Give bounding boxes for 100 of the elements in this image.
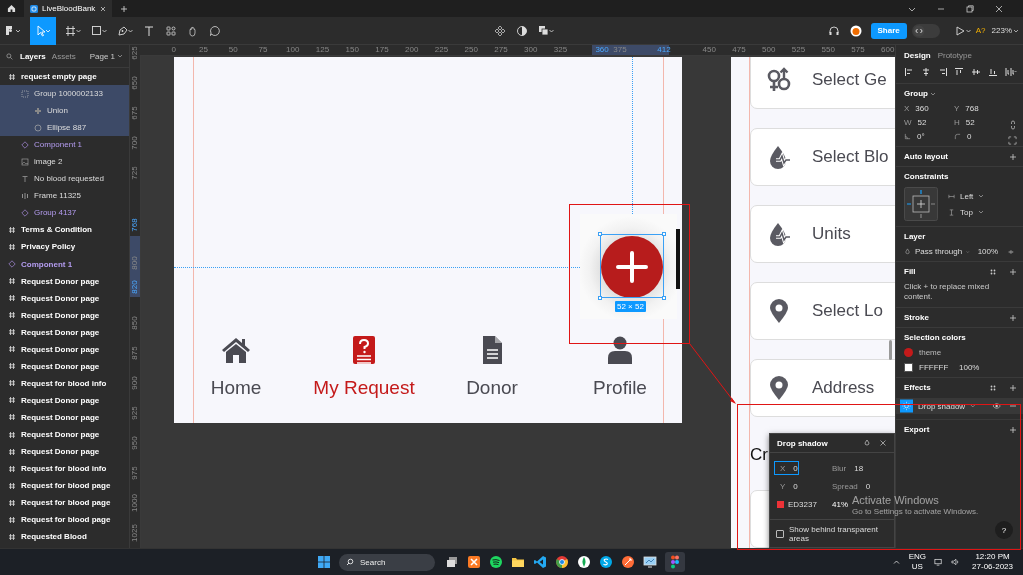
link-icon[interactable] — [1010, 120, 1016, 130]
resources-icon[interactable] — [165, 24, 177, 37]
avatar-icon[interactable] — [849, 24, 862, 37]
layer-item[interactable]: Component 1 — [0, 255, 129, 273]
layer-item[interactable]: Frame 11325 — [0, 187, 129, 205]
layer-item[interactable]: Request Donor page — [0, 443, 129, 461]
styles-icon[interactable] — [989, 267, 997, 276]
form-field[interactable]: Units — [750, 205, 895, 263]
align-right-icon[interactable] — [937, 67, 948, 77]
form-field[interactable]: Select Blo — [750, 128, 895, 186]
constraint-diagram[interactable] — [904, 187, 938, 221]
minus-icon[interactable] — [1009, 402, 1017, 410]
color-row[interactable]: FFFFFF 100% — [904, 363, 1017, 372]
number-field[interactable]: Y 0 — [774, 479, 799, 493]
color-swatch[interactable] — [777, 500, 784, 508]
form-field[interactable]: Select Lo — [750, 282, 895, 340]
main-menu-icon[interactable] — [5, 24, 21, 37]
color-row[interactable]: theme — [904, 348, 1017, 357]
droplet-icon[interactable] — [863, 439, 871, 447]
layer-item[interactable]: Component 1 — [0, 136, 129, 154]
blend-mode-dropdown[interactable]: Pass through — [915, 247, 963, 256]
task-view-icon[interactable] — [445, 555, 459, 569]
file-tab[interactable]: LiveBloodBank — [24, 0, 112, 17]
form-field[interactable]: Address — [750, 359, 895, 417]
expand-icon[interactable] — [1008, 136, 1017, 145]
number-field[interactable]: H 52 — [954, 118, 1004, 127]
chat-bubble-icon[interactable] — [599, 555, 613, 569]
panel-tab[interactable]: Layers — [20, 51, 46, 61]
monitor-icon[interactable] — [643, 555, 657, 569]
color-swatch[interactable] — [904, 363, 913, 372]
checkbox[interactable] — [776, 530, 784, 538]
color-field[interactable]: ED3237 — [774, 497, 818, 511]
scrollbar-thumb[interactable] — [889, 340, 892, 360]
component-icon[interactable] — [494, 24, 507, 37]
align-bottom-icon[interactable] — [988, 67, 999, 77]
opacity-field[interactable]: 100% — [977, 247, 999, 256]
layer-item[interactable]: No blood requested — [0, 170, 129, 188]
caret-up-icon[interactable] — [891, 558, 901, 566]
number-field[interactable]: Blur 18 — [826, 461, 865, 475]
align-center-icon[interactable] — [920, 67, 931, 77]
chevron-down-icon[interactable] — [117, 53, 123, 59]
restore-icon[interactable] — [965, 3, 975, 14]
layer-item[interactable]: Request Donor page — [0, 323, 129, 341]
layer-item[interactable]: Requested Blood — [0, 528, 129, 546]
contrast-icon[interactable] — [516, 24, 529, 37]
layer-item[interactable]: Request for blood page — [0, 511, 129, 529]
layer-item[interactable]: Union — [0, 102, 129, 120]
opacity-field[interactable]: 41% — [826, 497, 849, 511]
rotation-field[interactable]: 0° — [904, 132, 954, 141]
layer-item[interactable]: Privacy Policy — [0, 238, 129, 256]
constraint-dropdown[interactable]: Left — [960, 191, 974, 201]
page-selector[interactable]: Page 1 — [89, 51, 115, 61]
play-icon[interactable] — [954, 24, 971, 37]
folder-icon[interactable] — [511, 555, 525, 569]
layer-item[interactable]: Request Donor page — [0, 272, 129, 290]
text-tool-icon[interactable] — [143, 24, 155, 37]
radius-field[interactable]: 0 — [954, 132, 1004, 141]
form-field[interactable]: Select Ge — [750, 57, 895, 109]
layer-item[interactable]: Group 4137 — [0, 204, 129, 222]
plus-icon[interactable] — [1009, 383, 1017, 392]
layer-item[interactable]: Request for blood page — [0, 477, 129, 495]
search-field[interactable]: Search — [339, 553, 435, 571]
chevron-down-icon[interactable] — [1013, 27, 1019, 34]
browser-icon[interactable] — [555, 555, 569, 569]
distribute-icon[interactable] — [1004, 67, 1017, 77]
move-tool-button[interactable] — [30, 16, 56, 45]
number-field[interactable]: X 0 — [774, 461, 799, 475]
clock[interactable]: 12:20 PM 27-06-2023 — [972, 552, 1013, 572]
panel-tab[interactable]: Assets — [51, 51, 76, 61]
layer-item[interactable]: Request Donor page — [0, 357, 129, 375]
dev-mode-toggle[interactable] — [911, 23, 940, 38]
nav-item[interactable]: Home — [174, 336, 300, 398]
panel-tab[interactable]: Prototype — [937, 51, 972, 60]
layer-item[interactable]: image 2 — [0, 153, 129, 171]
pen-tool-icon[interactable] — [117, 24, 133, 37]
layer-item[interactable]: Request for blood page — [0, 494, 129, 512]
align-middle-icon[interactable] — [971, 67, 982, 77]
windows-logo-icon[interactable] — [317, 555, 331, 569]
nav-item[interactable]: Profile — [556, 336, 682, 398]
sun-icon[interactable] — [900, 399, 913, 413]
layer-item[interactable]: Request for blood info — [0, 374, 129, 392]
layer-item[interactable]: Request for blood info — [0, 460, 129, 478]
eye-icon[interactable] — [991, 402, 1001, 410]
headphones-icon[interactable] — [827, 24, 840, 37]
number-field[interactable]: Y 768 — [954, 104, 1004, 113]
help-button[interactable]: ? — [995, 521, 1013, 539]
plus-icon[interactable] — [1009, 267, 1017, 276]
plus-icon[interactable] — [1009, 152, 1017, 161]
eye-icon[interactable] — [1008, 247, 1014, 256]
plus-icon[interactable] — [1009, 313, 1017, 322]
language-indicator[interactable]: ENG US — [908, 552, 927, 572]
close-icon[interactable] — [100, 5, 106, 12]
zoom-menu[interactable]: 223% — [991, 26, 1012, 35]
network-icon[interactable] — [934, 558, 944, 566]
number-field[interactable]: X 360 — [904, 104, 954, 113]
layer-item[interactable]: Request Donor page — [0, 306, 129, 324]
speaker-icon[interactable] — [951, 558, 961, 566]
number-field[interactable]: W 52 — [904, 118, 954, 127]
styles-icon[interactable] — [989, 383, 997, 392]
sound-waves-icon[interactable] — [489, 555, 503, 569]
